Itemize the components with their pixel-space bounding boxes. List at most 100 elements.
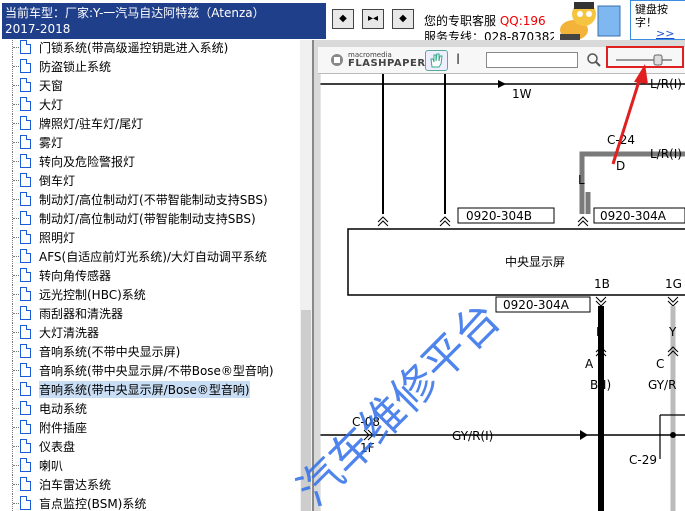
wire-y: Y [668,325,677,339]
tree-item[interactable]: 转向及危险警报灯 [0,152,300,171]
wire-lr-c24: L/R(I) [650,147,682,161]
fit-page-button[interactable]: ▸◂ [362,9,384,29]
sidebar-scrollbar-thumb[interactable] [301,310,311,511]
vehicle-model-label: 当前车型：厂家:Y-一汽马自达阿特兹（Atenza） [2,3,326,22]
text-select-tool[interactable]: I [456,52,460,68]
tree-item[interactable]: 制动灯/高位制动灯(不带智能制动支持SBS) [0,190,300,209]
pin-d: D [616,159,625,173]
tree-item[interactable]: 雾灯 [0,133,300,152]
tree-item-label: 电动系统 [39,402,88,416]
tree-item-label: 制动灯/高位制动灯(不带智能制动支持SBS) [39,193,268,207]
tree-item[interactable]: AFS(自适应前灯光系统)/大灯自动调平系统 [0,247,300,266]
wire-l: L [578,173,585,187]
hand-tool-button[interactable] [425,50,448,71]
app-window: 当前车型：厂家:Y-一汽马自达阿特兹（Atenza） 2017-2018 ◆ ▸… [0,0,685,511]
service-label: 您的专职客服 [424,14,497,28]
document-icon [20,325,31,339]
wire-lr-top: L/R(I) [650,77,682,91]
tree-item[interactable]: 防盗锁止系统 [0,57,300,76]
pin-1b: 1B [594,277,610,291]
tree-item[interactable]: 电动系统 [0,399,300,418]
tree-item[interactable]: 制动灯/高位制动灯(带智能制动支持SBS) [0,209,300,228]
sidebar-tree: 门锁系统(带高级遥控钥匙进入系统) 防盗锁止系统 天窗大灯牌照灯/驻车灯/尾灯雾灯转… [0,40,312,511]
tree-item[interactable]: 门锁系统(带高级遥控钥匙进入系统) [0,40,300,57]
document-icon [20,97,31,111]
document-icon [20,420,31,434]
tree-item-label: 音响系统(带中央显示屏/不带Bose®型音响) [39,364,274,378]
wire-1w: 1W [512,87,532,101]
tree-item[interactable]: 仪表盘 [0,437,300,456]
tree-item-label: 天窗 [39,79,64,93]
service-contact: 您的专职客服 QQ:196 [424,12,546,29]
tree-item[interactable]: 喇叭 [0,456,300,475]
tree-item[interactable]: 转向角传感器 [0,266,300,285]
tree-item[interactable]: 倒车灯 [0,171,300,190]
tree-item-label: 制动灯/高位制动灯(带智能制动支持SBS) [39,212,256,226]
document-icon [20,268,31,282]
qq-number[interactable]: QQ:196 [500,14,546,28]
tree-item[interactable]: 大灯清洗器 [0,323,300,342]
module-central-display: 中央显示屏 [505,254,565,269]
document-icon [20,496,31,510]
tree-item-label: 倒车灯 [39,174,76,188]
wire-gy-r: GY/R [648,378,676,392]
wiring-diagram-page: L/R(I) 1W C-24 D L/R(I) L 0920-304B 0920… [320,74,685,511]
tree-item[interactable]: 大灯 [0,95,300,114]
tree-item-label: 仪表盘 [39,440,76,454]
document-icon [20,382,31,396]
connector-c29: C-29 [629,453,657,467]
tree-connector-line [12,40,13,57]
tree-item[interactable]: 雨刮器和清洗器 [0,304,300,323]
header-bar: 当前车型：厂家:Y-一汽马自达阿特兹（Atenza） 2017-2018 ◆ ▸… [0,0,685,55]
zoom-highlight-box [606,46,684,68]
hand-icon [430,53,443,68]
document-icon [20,477,31,491]
pin-1f: 1F [360,441,375,455]
tree-item-label: 转向角传感器 [39,269,112,283]
tree-item[interactable]: 照明灯 [0,228,300,247]
document-icon [20,249,31,263]
document-icon [20,116,31,130]
document-icon [20,192,31,206]
tree-item[interactable]: 远光控制(HBC)系统 [0,285,300,304]
tree-item-label: 喇叭 [39,459,64,473]
tree-item[interactable]: 天窗 [0,76,300,95]
document-icon [20,173,31,187]
wire-gy-r-i: GY/R(I) [452,429,493,443]
pin-1g: 1G [665,277,682,291]
tree-item[interactable]: 泊车雷达系统 [0,475,300,494]
document-icon [20,439,31,453]
tree-item-label: 大灯 [39,98,64,112]
wire-b-i: B(I) [590,378,611,392]
tree-item[interactable]: 音响系统(带中央显示屏/不带Bose®型音响) [0,361,300,380]
tree-item-label: 盲点监控(BSM)系统 [39,497,147,511]
document-icon [20,59,31,73]
tree-item[interactable]: 附件插座 [0,418,300,437]
tree-item[interactable]: 音响系统(带中央显示屏/Bose®型音响) [0,380,300,399]
tree-item[interactable]: 牌照灯/驻车灯/尾灯 [0,114,300,133]
ref-0920-304b: 0920-304B [466,209,532,223]
ref-0920-304a-bottom: 0920-304A [503,298,570,312]
prev-page-button[interactable]: ◆ [332,9,354,29]
tree-item[interactable]: 盲点监控(BSM)系统 [0,494,300,511]
tree-item[interactable]: 音响系统(不带中央显示屏) [0,342,300,361]
document-icon [20,40,31,54]
tree-item-label: 门锁系统(带高级遥控钥匙进入系统) [39,41,229,55]
tree-item-label: 音响系统(带中央显示屏/Bose®型音响) [39,381,250,398]
pin-a: A [585,357,594,371]
tree-item-label: 泊车雷达系统 [39,478,112,492]
document-icon [20,78,31,92]
flashpaper-logo-icon [331,54,343,66]
tree-item-label: 附件插座 [39,421,88,435]
search-icon[interactable] [586,52,602,68]
next-page-button[interactable]: ◆ [392,9,414,29]
tree-item-label: 雾灯 [39,136,64,150]
tree-item-label: 大灯清洗器 [39,326,100,340]
document-icon [20,287,31,301]
mascot-icon [554,0,626,44]
document-icon [20,230,31,244]
pin-c: C [656,357,664,371]
search-input[interactable] [486,52,578,68]
tree-item-label: 防盗锁止系统 [39,60,112,74]
document-icon [20,458,31,472]
